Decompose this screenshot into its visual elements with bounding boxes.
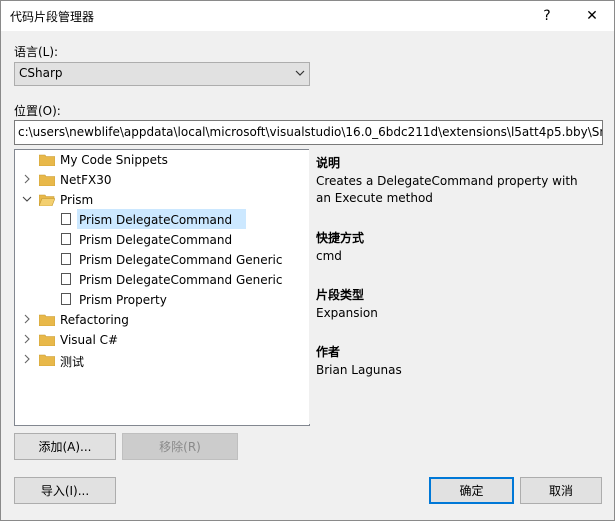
tree-item-label: Prism DelegateCommand Generic [79, 273, 283, 287]
close-button[interactable]: ✕ [570, 1, 614, 31]
folder-open-icon [39, 194, 55, 206]
snippet-type-heading: 片段类型 [316, 288, 365, 302]
language-value: CSharp [19, 66, 63, 80]
language-label: 语言(L): [14, 45, 59, 59]
tree-item-label: Prism Property [79, 293, 167, 307]
chevron-right-icon[interactable] [22, 354, 32, 364]
language-select[interactable]: CSharp [14, 62, 310, 86]
chevron-right-icon[interactable] [22, 174, 32, 184]
snippet-icon [61, 273, 71, 285]
shortcut-heading: 快捷方式 [316, 231, 365, 245]
chevron-down-icon [295, 70, 305, 76]
tree-item-label: Prism DelegateCommand [79, 233, 233, 247]
location-field[interactable]: c:\users\newblife\appdata\local\microsof… [14, 120, 603, 145]
tree-item-label: My Code Snippets [60, 153, 168, 167]
folder-icon [39, 334, 55, 346]
window-title: 代码片段管理器 [10, 10, 95, 24]
location-label: 位置(O): [14, 104, 61, 118]
folder-icon [39, 354, 55, 366]
snippet-icon [61, 293, 71, 305]
tree-item-label: Prism DelegateCommand [79, 213, 233, 227]
snippet-tree[interactable]: My Code Snippets NetFX30 Prism Prism Del… [14, 149, 310, 426]
folder-icon [39, 174, 55, 186]
help-button[interactable]: ? [525, 1, 569, 31]
snippet-icon [61, 253, 71, 265]
snippet-icon [61, 233, 71, 245]
tree-item-label: Prism [60, 193, 94, 207]
tree-item-label: Prism DelegateCommand Generic [79, 253, 283, 267]
snippet-icon [61, 213, 71, 225]
folder-icon [39, 314, 55, 326]
ok-button[interactable]: 确定 [429, 477, 514, 504]
title-bar: 代码片段管理器 ? ✕ [1, 1, 614, 31]
author-text: Brian Lagunas [316, 363, 402, 377]
location-value: c:\users\newblife\appdata\local\microsof… [18, 125, 603, 139]
chevron-right-icon[interactable] [22, 314, 32, 324]
description-text: Creates a DelegateCommand property with … [316, 174, 578, 205]
close-icon: ✕ [586, 8, 598, 24]
remove-button[interactable]: 移除(R) [122, 433, 238, 460]
snippet-details: 说明 Creates a DelegateCommand property wi… [309, 149, 601, 424]
tree-item-label: 测试 [60, 355, 85, 369]
cancel-button[interactable]: 取消 [520, 477, 602, 504]
add-button[interactable]: 添加(A)... [14, 433, 116, 460]
snippet-type-text: Expansion [316, 306, 378, 320]
help-icon: ? [543, 8, 551, 24]
tree-item-label: Visual C# [60, 333, 119, 347]
description-heading: 说明 [316, 156, 341, 170]
tree-item-label: NetFX30 [60, 173, 112, 187]
import-button[interactable]: 导入(I)... [14, 477, 116, 504]
snippet-manager-dialog: 代码片段管理器 ? ✕ 语言(L): CSharp 位置(O): c:\user… [0, 0, 615, 521]
tree-item-label: Refactoring [60, 313, 129, 327]
author-heading: 作者 [316, 345, 341, 359]
chevron-right-icon[interactable] [22, 334, 32, 344]
chevron-down-icon[interactable] [22, 194, 32, 204]
folder-icon [39, 154, 55, 166]
shortcut-text: cmd [316, 249, 342, 263]
